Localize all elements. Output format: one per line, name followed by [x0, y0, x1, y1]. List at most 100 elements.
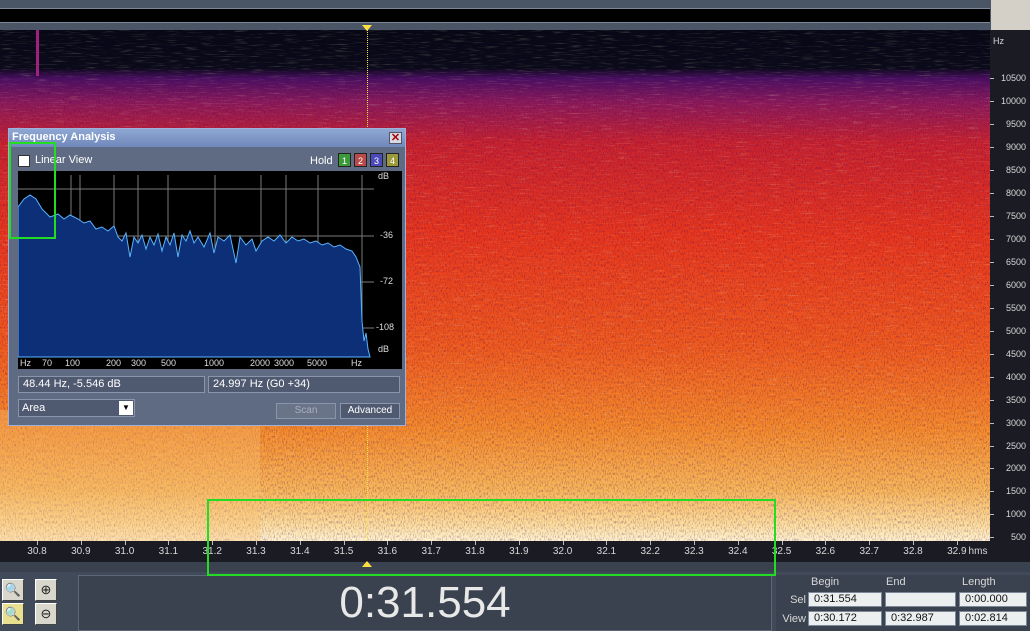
zoom-out-full-icon[interactable]: ⊖: [35, 603, 57, 625]
chevron-down-icon[interactable]: ▼: [119, 401, 133, 415]
time-tick: [124, 541, 126, 545]
highlight-box-low-frequency: [9, 142, 56, 239]
hz-label-300: 300: [131, 358, 147, 368]
view-label: View: [782, 613, 806, 625]
hz-label-2000: 2000: [250, 358, 271, 368]
view-begin-field[interactable]: 0:30.172: [808, 611, 882, 626]
length-header: Length: [962, 576, 996, 588]
display-mode-dropdown[interactable]: Area ▼: [18, 399, 135, 417]
frequency-tick: [990, 284, 994, 286]
spectrum-plot[interactable]: dB -36 -72 -108 dB Hz 70 100 200 300 500…: [17, 171, 402, 369]
frequency-tick: [990, 422, 994, 424]
db-label-72: -72: [380, 276, 394, 286]
frequency-tick: [990, 146, 994, 148]
zoom-selection-icon[interactable]: 🔍: [2, 603, 24, 625]
frequency-label: 9500: [1005, 118, 1026, 129]
advanced-button[interactable]: Advanced: [340, 403, 400, 419]
hold-label: Hold: [310, 155, 333, 167]
time-tick: [781, 541, 783, 545]
frequency-tick: [990, 100, 994, 102]
frequency-analysis-window[interactable]: Frequency Analysis ✕ Linear View Hold 1 …: [8, 128, 406, 426]
frequency-label: 1500: [1005, 486, 1026, 497]
time-label: 32.6: [815, 546, 836, 557]
frequency-unit: Hz: [993, 36, 1004, 46]
frequency-label: 10500: [1000, 73, 1026, 83]
hold-button-4[interactable]: 4: [386, 153, 399, 167]
selection-view-panel: Begin End Length Sel View 0:31.554 0:00.…: [776, 575, 1030, 631]
frequency-label: 1000: [1005, 509, 1026, 520]
db-label-36: -36: [380, 230, 394, 240]
highlight-box-time-range: [207, 499, 776, 576]
frequency-label: 2000: [1005, 463, 1026, 474]
scan-button[interactable]: Scan: [276, 403, 336, 419]
frequency-tick: [990, 215, 994, 217]
view-end-field[interactable]: 0:32.987: [885, 611, 956, 626]
frequency-tick: [990, 307, 994, 309]
db-label-108: -108: [376, 322, 395, 332]
time-label: 32.7: [859, 546, 879, 557]
zoom-in-horizontal-icon[interactable]: 🔍: [2, 579, 24, 601]
frequency-tick: [990, 514, 994, 516]
time-label: 32.9: [947, 546, 967, 557]
frequency-label: 8000: [1005, 187, 1026, 198]
time-tick: [913, 541, 914, 545]
frequency-label: 9000: [1005, 141, 1026, 152]
frequency-label: 3500: [1005, 394, 1026, 405]
frequency-tick: [990, 192, 994, 194]
time-tick: [80, 541, 82, 545]
hold-button-2[interactable]: 2: [354, 153, 367, 167]
hold-button-3[interactable]: 3: [370, 153, 383, 167]
sel-begin-field[interactable]: 0:31.554: [808, 592, 882, 607]
frequency-tick: [990, 261, 994, 263]
time-label: 31.0: [114, 546, 135, 557]
playhead-marker-top[interactable]: [362, 25, 372, 31]
overview-corner: [991, 0, 1030, 30]
time-tick: [956, 541, 958, 545]
time-label: 30.9: [71, 546, 91, 557]
frequency-tick: [990, 376, 994, 378]
frequency-tick: [990, 537, 994, 539]
fft-size-readout: 24.997 Hz (G0 +34): [208, 376, 400, 393]
end-header: End: [886, 576, 906, 588]
hz-label-70: 70: [42, 358, 53, 368]
frequency-label: 3000: [1005, 417, 1026, 428]
frequency-tick: [990, 330, 994, 332]
begin-header: Begin: [811, 576, 840, 588]
db-unit-top: dB: [378, 171, 390, 181]
overview-track[interactable]: [0, 8, 990, 23]
time-tick: [37, 541, 38, 545]
frequency-label: 7000: [1005, 233, 1026, 244]
frequency-label: 6000: [1005, 279, 1026, 290]
frequency-label: 8500: [1005, 164, 1026, 175]
frequency-label: 5000: [1005, 325, 1026, 336]
frequency-tick: [990, 123, 994, 125]
hz-label-5000: 5000: [307, 358, 328, 368]
hz-unit-left: Hz: [20, 358, 31, 368]
hold-button-1[interactable]: 1: [338, 153, 351, 167]
frequency-tick: [990, 353, 994, 355]
frequency-analysis-titlebar[interactable]: Frequency Analysis ✕: [9, 129, 405, 147]
frequency-label: 10000: [1000, 95, 1026, 106]
cursor-readout: 48.44 Hz, -5.546 dB: [18, 376, 205, 393]
frequency-tick: [990, 169, 994, 171]
time-tick: [825, 541, 827, 545]
close-icon[interactable]: ✕: [389, 132, 402, 144]
frequency-label: 4000: [1005, 371, 1026, 382]
time-label: 31.1: [158, 546, 179, 557]
frequency-tick: [990, 399, 994, 401]
zoom-in-full-icon[interactable]: ⊕: [35, 579, 57, 601]
sel-label: Sel: [790, 594, 806, 606]
hz-label-500: 500: [161, 358, 177, 368]
frequency-tick: [990, 468, 994, 470]
frequency-label: 6500: [1005, 256, 1026, 267]
time-unit: hms: [968, 546, 988, 557]
sel-length-field[interactable]: 0:00.000: [959, 592, 1027, 607]
hz-unit-right: Hz: [351, 358, 362, 368]
frequency-label: 7500: [1005, 210, 1026, 221]
view-length-field[interactable]: 0:02.814: [959, 611, 1027, 626]
frequency-tick: [990, 491, 994, 493]
sel-end-field[interactable]: [885, 592, 956, 607]
time-label: 30.8: [27, 546, 47, 557]
frequency-label: 4500: [1005, 348, 1026, 359]
frequency-tick: [990, 238, 994, 240]
